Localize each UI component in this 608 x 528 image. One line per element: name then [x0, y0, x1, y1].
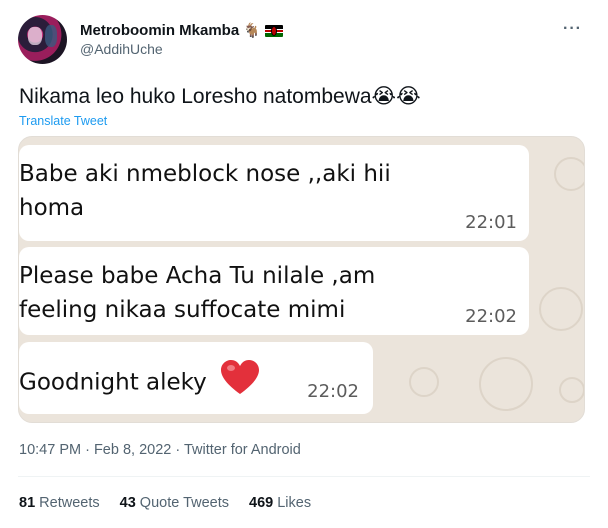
more-options-icon[interactable]: ··· [563, 20, 582, 38]
translate-tweet-link[interactable]: Translate Tweet [19, 114, 107, 128]
display-name[interactable]: Metroboomin Mkamba [80, 22, 239, 39]
chat-message-text: Please babe Acha Tu nilale ,am feeling n… [19, 263, 376, 323]
avatar[interactable] [18, 15, 67, 64]
user-handle[interactable]: @AddihUche [80, 41, 163, 57]
avatar-face [28, 27, 42, 45]
avatar-face-secondary [45, 25, 57, 47]
tweet-timestamp[interactable]: 10:47 PM · Feb 8, 2022 · Twitter for And… [19, 442, 301, 458]
heart-icon [220, 360, 260, 406]
message-time: 22:01 [465, 212, 517, 233]
retweets-stat[interactable]: 81 Retweets [19, 495, 100, 511]
author-name-row[interactable]: Metroboomin Mkamba 🐐 [80, 22, 283, 39]
chat-message-bubble: Please babe Acha Tu nilale ,am feeling n… [19, 247, 529, 335]
chat-message-bubble: Goodnight aleky 22:02 [19, 342, 373, 414]
chat-message-text: Babe aki nmeblock nose ,,aki hii homa [19, 161, 391, 221]
tweet-stats: 81 Retweets 43 Quote Tweets 469 Likes [19, 495, 311, 511]
message-time: 22:02 [307, 381, 359, 402]
likes-stat[interactable]: 469 Likes [249, 495, 311, 511]
goat-emoji-icon: 🐐 [243, 22, 261, 38]
chat-message-text: Goodnight aleky [19, 360, 260, 406]
tweet-text: Nikama leo huko Loresho natombewa😭😭 [19, 85, 421, 108]
tweet-media-image[interactable]: Babe aki nmeblock nose ,,aki hii homa 22… [18, 136, 585, 423]
quote-tweets-stat[interactable]: 43 Quote Tweets [120, 495, 229, 511]
kenya-flag-icon [264, 24, 283, 37]
divider [18, 476, 590, 477]
chat-message-bubble: Babe aki nmeblock nose ,,aki hii homa 22… [19, 145, 529, 241]
message-time: 22:02 [465, 306, 517, 327]
